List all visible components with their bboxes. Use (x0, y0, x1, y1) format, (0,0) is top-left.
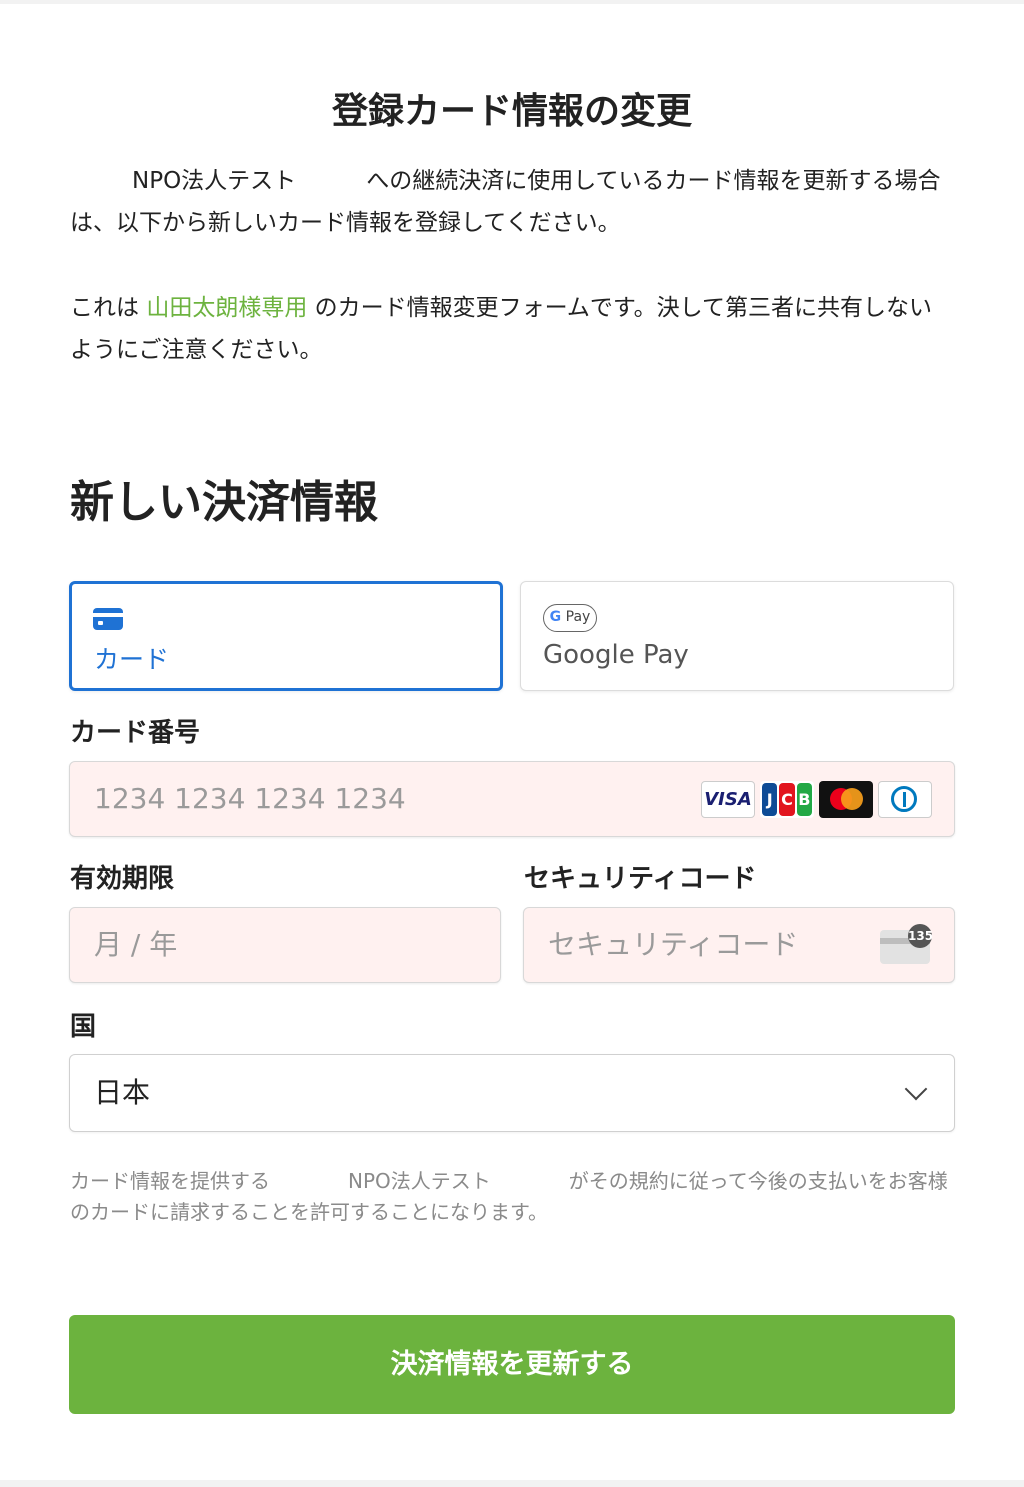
card-number-input[interactable]: 1234 1234 1234 1234 VISA JCB (69, 761, 955, 837)
expiry-label: 有効期限 (70, 864, 175, 894)
cvc-card-icon: 135 (880, 924, 933, 964)
tab-google-pay[interactable]: G Pay Google Pay (520, 581, 954, 691)
intro-paragraph: NPO法人テスト への継続決済に使用しているカード情報を更新する場合は、以下から新… (70, 160, 950, 244)
google-pay-badge-text: Pay (565, 609, 591, 625)
credit-card-icon (93, 608, 123, 630)
warning-prefix: これは (70, 295, 139, 321)
cvc-label: セキュリティコード (524, 864, 757, 894)
page: 登録カード情報の変更 NPO法人テスト への継続決済に使用しているカード情報を更新… (0, 4, 1024, 1480)
card-number-placeholder: 1234 1234 1234 1234 (94, 782, 406, 815)
tab-google-pay-label: Google Pay (543, 640, 689, 670)
page-title: 登録カード情報の変更 (331, 91, 692, 132)
mastercard-icon (819, 781, 873, 818)
google-pay-icon: G Pay (543, 604, 597, 632)
warning-paragraph: これは 山田太朗様専用 のカード情報変更フォームです。決して第三者に共有しないよ… (70, 287, 950, 371)
expiry-input[interactable]: 月 / 年 (69, 907, 501, 983)
card-brands: VISA JCB (701, 781, 932, 818)
consent-note: カード情報を提供する NPO法人テスト がその規約に従って今後の支払いをお客様のカー… (70, 1166, 960, 1228)
visa-icon: VISA (701, 781, 755, 818)
tab-card-label: カード (94, 645, 170, 674)
org-name: NPO法人テスト (132, 168, 297, 194)
country-label: 国 (70, 1012, 97, 1042)
customer-name: 山田太朗様専用 (146, 295, 308, 321)
update-payment-button[interactable]: 決済情報を更新する (69, 1315, 955, 1414)
cvc-input[interactable]: セキュリティコード 135 (523, 907, 955, 983)
card-number-label: カード番号 (70, 718, 201, 748)
cvc-icon-number: 135 (908, 924, 933, 948)
diners-icon (878, 781, 932, 818)
country-value: 日本 (94, 1076, 151, 1109)
expiry-placeholder: 月 / 年 (94, 928, 178, 961)
tab-card[interactable]: カード (69, 581, 503, 691)
chevron-down-icon (904, 1077, 928, 1101)
consent-org-name: NPO法人テスト (348, 1169, 491, 1193)
jcb-icon: JCB (760, 781, 814, 818)
consent-prefix: カード情報を提供する (70, 1169, 270, 1193)
section-title: 新しい決済情報 (70, 477, 378, 528)
country-select[interactable]: 日本 (69, 1054, 955, 1132)
cvc-placeholder: セキュリティコード (548, 928, 799, 961)
